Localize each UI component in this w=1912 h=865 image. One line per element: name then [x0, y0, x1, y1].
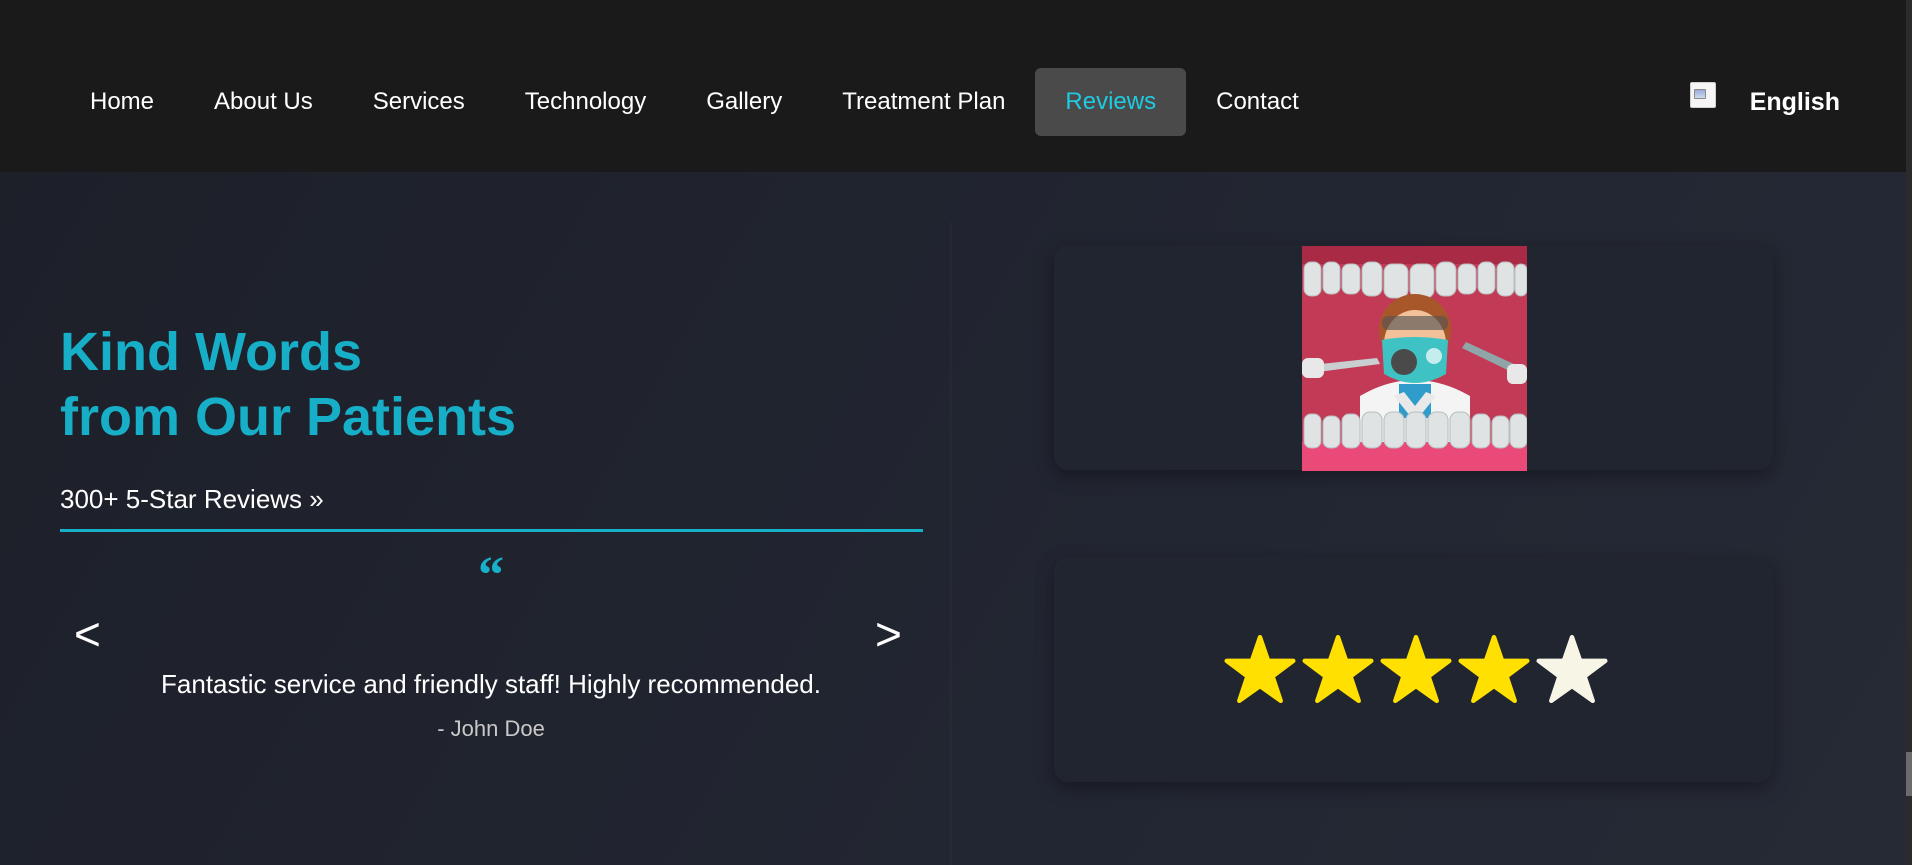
page-scrollbar[interactable]: [1906, 0, 1912, 865]
language-label: English: [1749, 88, 1840, 116]
review-text: Fantastic service and friendly staff! Hi…: [161, 669, 821, 699]
language-selector[interactable]: English: [1689, 81, 1840, 117]
heading-line-1: Kind Words: [60, 322, 362, 382]
nav-item-gallery[interactable]: Gallery: [676, 68, 812, 136]
star-filled-icon: [1302, 634, 1374, 704]
dentist-illustration-icon: [1302, 246, 1527, 471]
heading-underline: [60, 529, 923, 532]
nav-item-services[interactable]: Services: [343, 68, 495, 136]
nav-item-home[interactable]: Home: [60, 68, 184, 136]
nav-item-reviews[interactable]: Reviews: [1035, 68, 1187, 136]
testimonial-column: Kind Words from Our Patients 300+ 5-Star…: [0, 172, 950, 865]
star-filled-icon: [1458, 634, 1530, 704]
heading-line-2: from Our Patients: [60, 387, 517, 447]
star-filled-icon: [1224, 634, 1296, 704]
nav-menu: Home About Us Services Technology Galler…: [60, 68, 1329, 136]
reviews-section: Kind Words from Our Patients 300+ 5-Star…: [0, 172, 1906, 865]
star-filled-icon: [1380, 634, 1452, 704]
nav-item-treatment-plan[interactable]: Treatment Plan: [812, 68, 1035, 136]
review-author: - John Doe: [437, 716, 545, 741]
nav-item-about-us[interactable]: About Us: [184, 68, 343, 136]
next-review-button[interactable]: >: [875, 609, 902, 659]
top-nav: Home About Us Services Technology Galler…: [0, 0, 1906, 172]
five-star-reviews-link[interactable]: 300+ 5-Star Reviews »: [60, 484, 324, 515]
scrollbar-thumb[interactable]: [1906, 752, 1912, 796]
section-heading: Kind Words from Our Patients: [60, 320, 516, 450]
broken-flag-image-icon: [1689, 81, 1716, 108]
quote-icon: “: [478, 547, 504, 604]
nav-item-technology[interactable]: Technology: [495, 68, 676, 136]
nav-item-contact[interactable]: Contact: [1186, 68, 1329, 136]
previous-review-button[interactable]: <: [74, 609, 101, 659]
star-rating: [1223, 632, 1609, 706]
star-empty-icon: [1536, 634, 1608, 704]
column-divider: [950, 222, 952, 865]
